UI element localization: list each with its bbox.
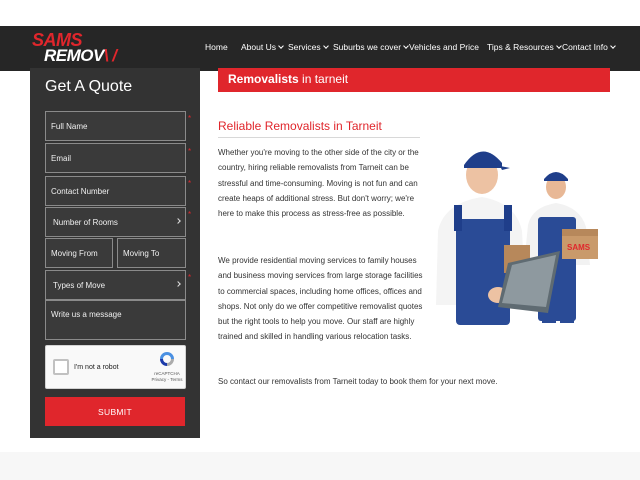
nav-item-contact[interactable]: Contact Info bbox=[562, 42, 616, 52]
captcha-checkbox[interactable] bbox=[53, 359, 69, 375]
chevron-down-icon bbox=[322, 43, 329, 49]
required-marker: * bbox=[188, 114, 192, 123]
quote-form-title: Get A Quote bbox=[45, 78, 133, 95]
chevron-down-icon bbox=[175, 281, 181, 287]
page: SAMS REMOV\ / LS Home About Us Services … bbox=[0, 0, 640, 480]
required-marker: * bbox=[188, 147, 192, 156]
moving-to-input[interactable]: Moving To bbox=[117, 238, 186, 268]
chevron-down-icon bbox=[175, 218, 181, 224]
captcha-label: I'm not a robot bbox=[74, 364, 119, 371]
nav-item-suburbs[interactable]: Suburbs we cover bbox=[333, 42, 409, 52]
box-logo-text: SAMS bbox=[567, 243, 591, 252]
nav-item-home[interactable]: Home bbox=[205, 42, 228, 52]
divider bbox=[218, 137, 420, 138]
logo[interactable]: SAMS REMOV\ / LS bbox=[30, 30, 130, 85]
recaptcha-widget: I'm not a robot reCAPTCHA Privacy - Terms bbox=[45, 345, 186, 389]
section-title: Reliable Removalists in Tarneit bbox=[218, 119, 382, 133]
chevron-down-icon bbox=[555, 43, 562, 49]
nav-item-tips[interactable]: Tips & Resources bbox=[487, 42, 562, 52]
footer-strip bbox=[0, 452, 640, 480]
nav-item-vehicles[interactable]: Vehicles and Price bbox=[409, 42, 479, 52]
paragraph-cta: So contact our removalists from Tarneit … bbox=[218, 377, 498, 386]
contact-number-input[interactable]: Contact Number bbox=[45, 176, 186, 206]
captcha-brand: reCAPTCHA Privacy - Terms bbox=[151, 371, 183, 382]
message-textarea[interactable]: Write us a message bbox=[45, 300, 186, 340]
captcha-links[interactable]: Privacy - Terms bbox=[152, 377, 183, 382]
moving-from-input[interactable]: Moving From bbox=[45, 238, 113, 268]
page-title: Removalists in tarneit bbox=[228, 72, 349, 86]
required-marker: * bbox=[188, 210, 192, 219]
movers-illustration: SAMS bbox=[436, 151, 598, 325]
nav-item-services[interactable]: Services bbox=[288, 42, 329, 52]
chevron-down-icon bbox=[278, 43, 284, 49]
required-marker: * bbox=[188, 273, 192, 282]
paragraph-services: We provide residential moving services t… bbox=[218, 256, 423, 342]
paragraph-intro: Whether you're moving to the other side … bbox=[218, 148, 419, 219]
recaptcha-icon bbox=[160, 352, 174, 366]
chevron-down-icon bbox=[610, 43, 616, 49]
rooms-select[interactable]: Number of Rooms bbox=[45, 207, 186, 237]
required-marker: * bbox=[188, 179, 192, 188]
email-input[interactable]: Email bbox=[45, 143, 186, 173]
move-type-select[interactable]: Types of Move bbox=[45, 270, 186, 300]
full-name-input[interactable]: Full Name bbox=[45, 111, 186, 141]
nav-item-about[interactable]: About Us bbox=[241, 42, 284, 52]
top-strip bbox=[0, 0, 640, 26]
submit-button[interactable]: SUBMIT bbox=[45, 397, 185, 426]
